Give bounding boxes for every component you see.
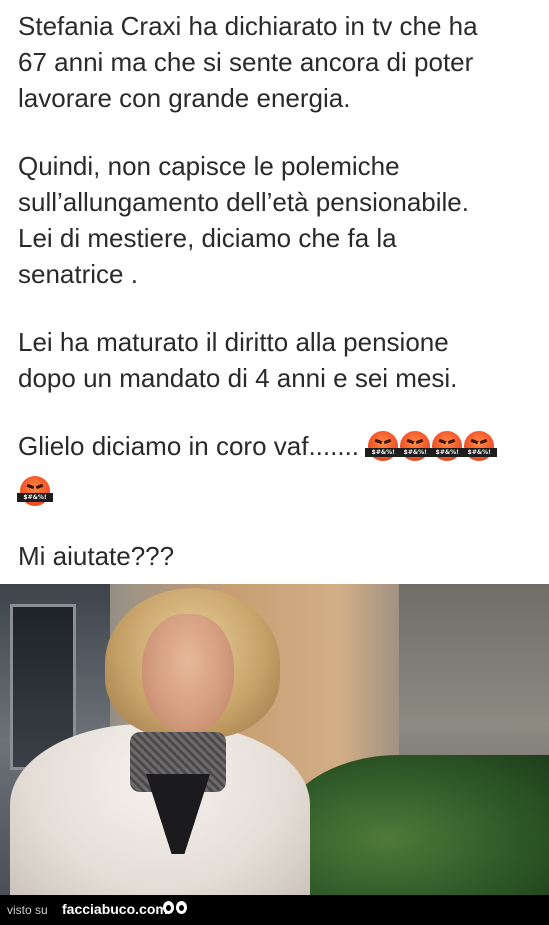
text-line: 67 anni ma che si sente ancora di poter [18, 47, 474, 77]
eye-icon [176, 901, 187, 914]
emoji-row: $#&%! [17, 476, 53, 506]
emoji-label: $#&%! [397, 448, 434, 457]
footer-brand-link[interactable]: facciabuco.com [62, 901, 168, 917]
eyes-logo-icon [163, 901, 189, 917]
face-with-symbols-on-mouth-icon: $#&%! [365, 431, 402, 461]
paragraph-1: Stefania Craxi ha dichiarato in tv che h… [18, 8, 478, 116]
text-line: Quindi, non capisce le polemiche [18, 151, 400, 181]
photo [0, 584, 549, 895]
paragraph-4: Glielo diciamo in coro vaf....... $#&%! $… [18, 428, 538, 464]
face-with-symbols-on-mouth-icon: $#&%! [17, 476, 53, 506]
text-line: dopo un mandato di 4 anni e sei mesi. [18, 363, 458, 393]
footer-visto-su: visto su [7, 903, 48, 917]
eye-icon [163, 901, 174, 914]
emoji-label: $#&%! [429, 448, 466, 457]
emoji-label: $#&%! [461, 448, 498, 457]
footer-bar: visto su facciabuco.com [0, 895, 549, 925]
emoji-label: $#&%! [17, 493, 53, 502]
text-line: Lei di mestiere, diciamo che fa la [18, 223, 397, 253]
person-face [142, 614, 234, 734]
paragraph-2: Quindi, non capisce le polemiche sull’al… [18, 148, 469, 292]
text-line: lavorare con grande energia. [18, 83, 351, 113]
emoji-label: $#&%! [365, 448, 402, 457]
text-line: senatrice . [18, 259, 138, 289]
text-line: sull’allungamento dell’età pensionabile. [18, 187, 469, 217]
bush [279, 755, 549, 895]
face-with-symbols-on-mouth-icon: $#&%! [429, 431, 466, 461]
paragraph-3: Lei ha maturato il diritto alla pensione… [18, 324, 457, 396]
face-with-symbols-on-mouth-icon: $#&%! [461, 431, 498, 461]
text-line: Glielo diciamo in coro vaf....... [18, 431, 360, 461]
text-line: Stefania Craxi ha dichiarato in tv che h… [18, 11, 478, 41]
paragraph-5: Mi aiutate??? [18, 538, 174, 574]
text-line: Mi aiutate??? [18, 541, 175, 571]
text-line: Lei ha maturato il diritto alla pensione [18, 327, 449, 357]
face-with-symbols-on-mouth-icon: $#&%! [397, 431, 434, 461]
